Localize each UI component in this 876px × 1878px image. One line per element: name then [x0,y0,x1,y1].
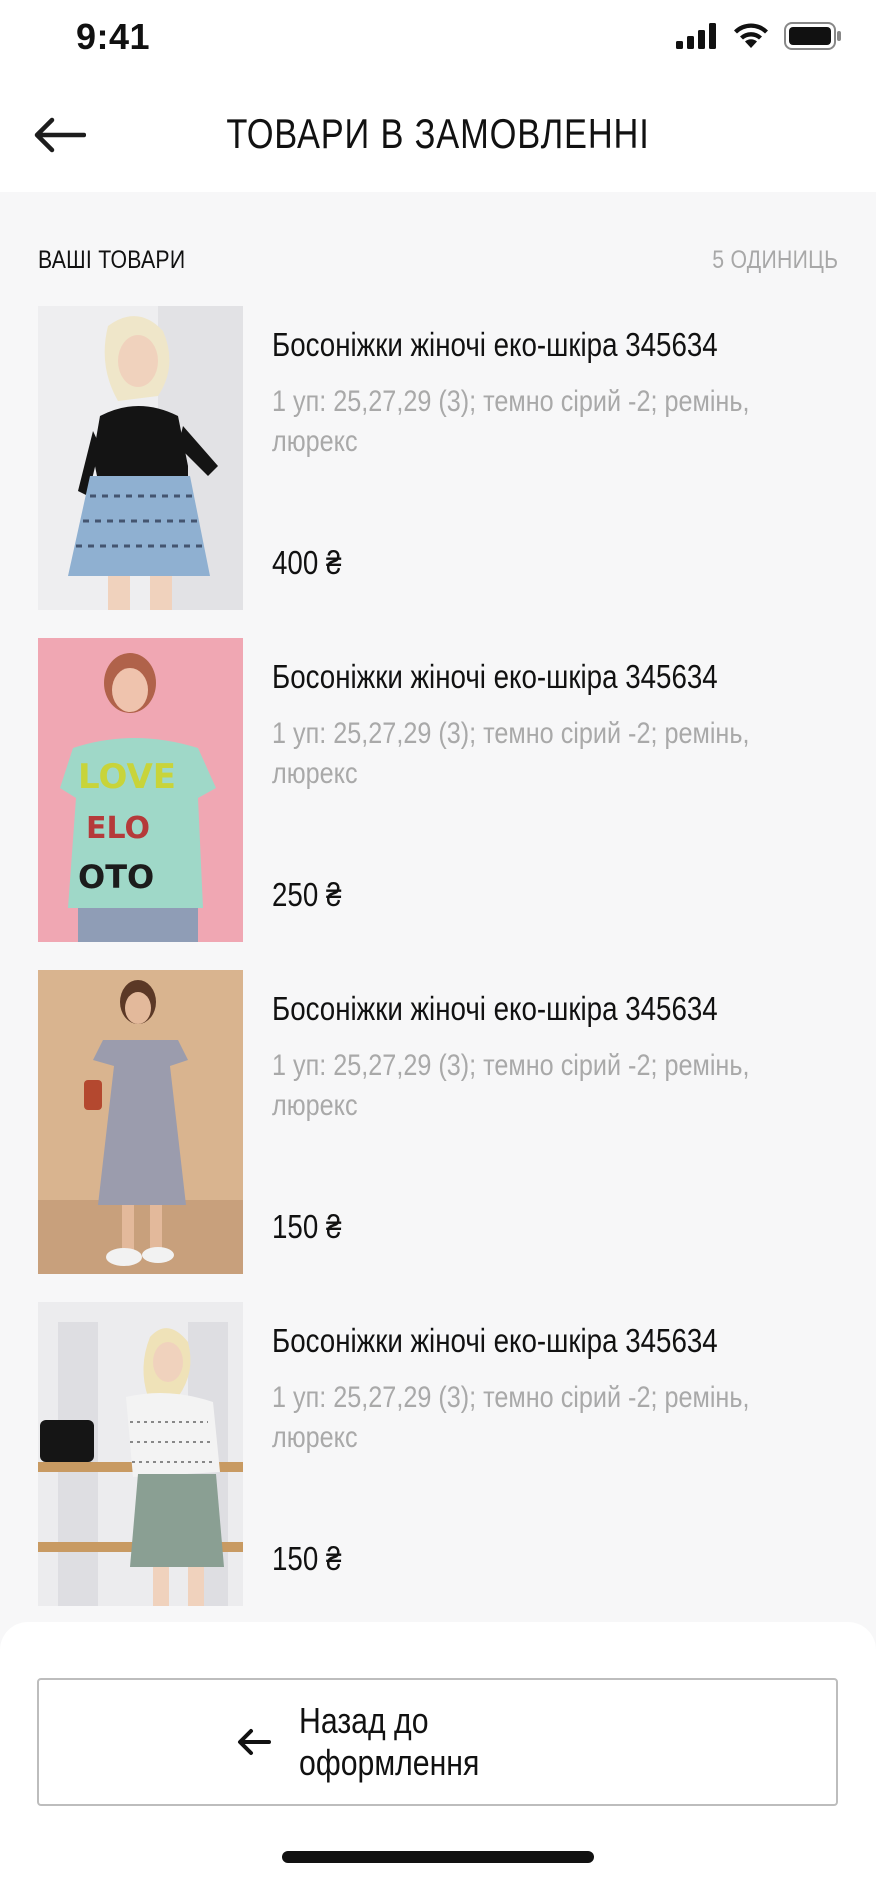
status-time: 9:41 [76,16,151,57]
page-title: ТОВАРИ В ЗАМОВЛЕННІ [226,110,650,157]
product-name: Босоніжки жіночі еко-шкіра 345634 [272,990,718,1027]
product-price: 250 ₴ [272,876,342,913]
product-image [38,970,243,1274]
svg-text:OTO: OTO [78,858,154,896]
svg-text:ELO: ELO [86,811,150,846]
order-item[interactable]: LOVE ELO OTO Босоніжки жіночі еко-шкіра … [38,638,838,942]
items-section-header: ВАШІ ТОВАРИ 5 ОДИНИЦЬ [38,246,838,275]
wifi-icon [734,23,768,48]
home-indicator [282,1851,594,1863]
product-image [38,1302,243,1606]
product-price: 400 ₴ [272,544,342,581]
order-items-screen: 9:41 ТОВАРИ В ЗАМОВЛЕННІ ВАШІ ТОВАРИ 5 О… [0,0,876,1878]
cellular-signal-icon [676,23,716,49]
navigation-header: ТОВАРИ В ЗАМОВЛЕННІ [0,80,876,192]
section-title: ВАШІ ТОВАРИ [38,246,186,274]
product-description: 1 уп: 25,27,29 (3); темно сірий -2; ремі… [272,717,750,790]
product-name: Босоніжки жіночі еко-шкіра 345634 [272,1322,718,1359]
arrow-left-icon [237,1729,271,1755]
back-to-checkout-button[interactable]: Назад до оформлення [37,1678,838,1806]
product-name: Босоніжки жіночі еко-шкіра 345634 [272,326,718,363]
order-item[interactable]: Босоніжки жіночі еко-шкіра 345634 1 уп: … [38,306,838,610]
product-description: 1 уп: 25,27,29 (3); темно сірий -2; ремі… [272,1381,750,1454]
svg-text:LOVE: LOVE [78,757,176,797]
order-item[interactable]: Босоніжки жіночі еко-шкіра 345634 1 уп: … [38,970,838,1274]
product-price: 150 ₴ [272,1208,342,1245]
status-bar: 9:41 [0,0,876,80]
product-description: 1 уп: 25,27,29 (3); темно сірий -2; ремі… [272,1049,750,1122]
items-count: 5 ОДИНИЦЬ [711,246,838,274]
battery-icon [784,22,841,50]
product-name: Босоніжки жіночі еко-шкіра 345634 [272,658,718,695]
bottom-action-panel: Назад до оформлення [0,1622,876,1878]
product-image [38,306,243,610]
product-image: LOVE ELO OTO [38,638,243,942]
product-description: 1 уп: 25,27,29 (3); темно сірий -2; ремі… [272,385,750,458]
back-to-checkout-label: Назад до оформлення [298,1700,479,1783]
product-price: 150 ₴ [272,1540,342,1577]
status-icons [676,22,842,50]
order-item[interactable]: Босоніжки жіночі еко-шкіра 345634 1 уп: … [38,1302,838,1606]
